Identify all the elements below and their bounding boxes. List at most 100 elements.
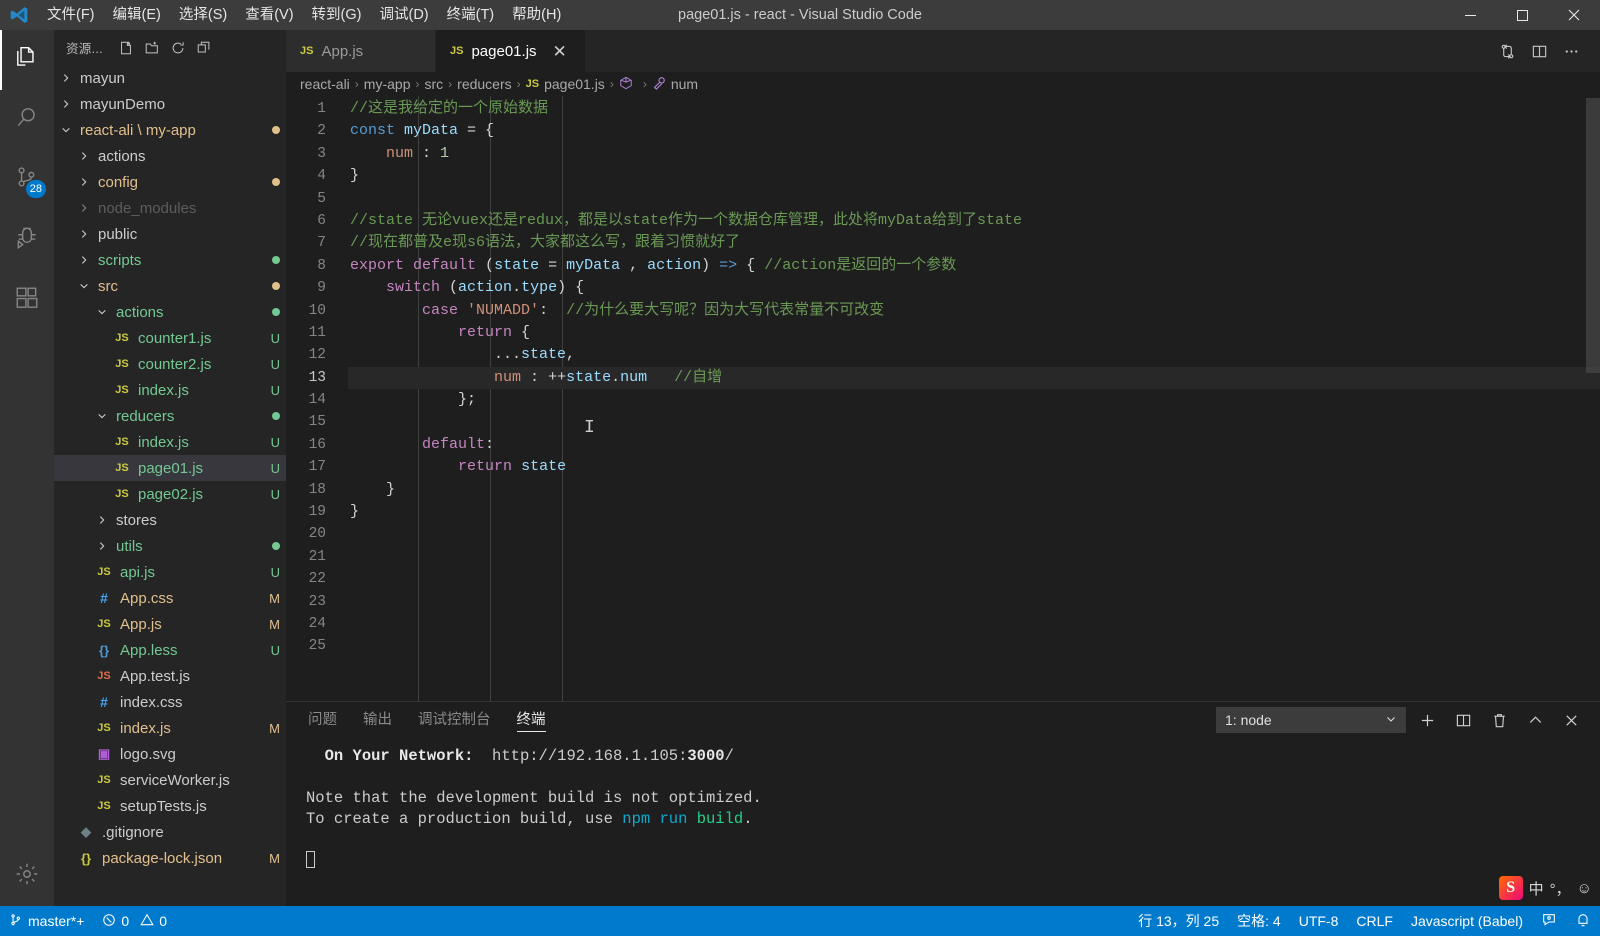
code-editor[interactable]: 1 2 3 4 5 6 7 8 9 10 11 12 13 14 15 16 17 18 19 20 21 22 23 24 2… — [286, 96, 1600, 701]
code-line[interactable]: } — [348, 501, 1600, 523]
chevron-right-icon[interactable] — [58, 99, 74, 109]
activity-item-debug[interactable] — [0, 210, 54, 270]
code-line[interactable] — [348, 411, 1600, 433]
code-line[interactable] — [348, 523, 1600, 545]
menu-help[interactable]: 帮助(H) — [503, 0, 570, 30]
close-button[interactable] — [1548, 0, 1600, 30]
close-panel-button[interactable] — [1556, 705, 1586, 735]
tab-app-js[interactable]: JS App.js — [286, 30, 436, 72]
tree-folder-scripts[interactable]: scripts — [54, 247, 286, 273]
tree-folder-public[interactable]: public — [54, 221, 286, 247]
tab-page01-js[interactable]: JS page01.js ✕ — [436, 30, 586, 72]
status-encoding[interactable]: UTF-8 — [1290, 906, 1348, 936]
breadcrumb-item-reducers[interactable]: reducers — [457, 76, 511, 92]
status-feedback[interactable] — [1532, 906, 1566, 936]
ellipsis-icon[interactable] — [1556, 36, 1586, 66]
tree-file-package-lock.json[interactable]: {} package-lock.json M — [54, 845, 286, 871]
tree-folder-actions[interactable]: actions — [54, 299, 286, 325]
chevron-right-icon[interactable] — [76, 151, 92, 161]
breadcrumb[interactable]: react-ali › my-app › src › reducers › JS page01.j… — [286, 72, 1600, 96]
menu-edit[interactable]: 编辑(E) — [104, 0, 170, 30]
activity-item-extensions[interactable] — [0, 270, 54, 330]
code-line[interactable]: }; — [348, 389, 1600, 411]
status-problems[interactable]: 0 0 — [93, 906, 176, 936]
chevron-right-icon[interactable] — [76, 229, 92, 239]
ime-mode[interactable]: 中 — [1529, 878, 1544, 899]
tree-file-index.js[interactable]: JS index.js U — [54, 429, 286, 455]
tree-folder-utils[interactable]: utils — [54, 533, 286, 559]
tree-file-App.test.js[interactable]: JS App.test.js — [54, 663, 286, 689]
menu-selection[interactable]: 选择(S) — [170, 0, 236, 30]
chevron-right-icon[interactable] — [76, 255, 92, 265]
tree-folder-react-ali---my-app[interactable]: react-ali \ my-app — [54, 117, 286, 143]
code-line[interactable]: //现在都普及e现s6语法，大家都这么写，跟着习惯就好了 — [348, 232, 1600, 254]
tree-folder-actions[interactable]: actions — [54, 143, 286, 169]
ime-punctuation[interactable]: °， — [1550, 878, 1571, 899]
breadcrumb-item-function[interactable] — [619, 76, 638, 93]
status-cursor-position[interactable]: 行 13，列 25 — [1129, 906, 1228, 936]
code-line[interactable]: export default (state = myData , action)… — [348, 255, 1600, 277]
tree-folder-reducers[interactable]: reducers — [54, 403, 286, 429]
split-terminal-button[interactable] — [1448, 705, 1478, 735]
code-line[interactable]: switch (action.type) { — [348, 277, 1600, 299]
tree-file-page02.js[interactable]: JS page02.js U — [54, 481, 286, 507]
collapse-all-icon[interactable] — [191, 35, 217, 61]
menu-debug[interactable]: 调试(D) — [370, 0, 437, 30]
chevron-right-icon[interactable] — [58, 73, 74, 83]
code-line[interactable]: num : ++state.num //自增 — [348, 366, 1600, 390]
tree-folder-config[interactable]: config — [54, 169, 286, 195]
tree-folder-mayun[interactable]: mayun — [54, 65, 286, 91]
code-content[interactable]: I //这是我给定的一个原始数据 const myData = { num : 1… — [348, 96, 1600, 701]
code-line[interactable] — [348, 546, 1600, 568]
code-line[interactable]: const myData = { — [348, 120, 1600, 142]
code-line[interactable] — [348, 613, 1600, 635]
tree-file-index.js[interactable]: JS index.js M — [54, 715, 286, 741]
code-line[interactable]: return state — [348, 456, 1600, 478]
code-line[interactable]: case 'NUMADD': //为什么要大写呢？因为大写代表常量不可改变 — [348, 300, 1600, 322]
status-language-mode[interactable]: Javascript (Babel) — [1402, 906, 1532, 936]
breadcrumb-item-src[interactable]: src — [424, 76, 443, 92]
tree-file-App.js[interactable]: JS App.js M — [54, 611, 286, 637]
code-line[interactable]: } — [348, 479, 1600, 501]
activity-item-source-control[interactable]: 28 — [0, 150, 54, 210]
activity-item-explorer[interactable] — [0, 30, 54, 90]
panel-tab-problems[interactable]: 问题 — [308, 702, 337, 738]
split-editor-icon[interactable] — [1524, 36, 1554, 66]
tree-file-index.css[interactable]: # index.css — [54, 689, 286, 715]
chevron-right-icon[interactable] — [76, 177, 92, 187]
breadcrumb-item-num[interactable]: num — [652, 76, 698, 93]
panel-tab-output[interactable]: 输出 — [363, 702, 392, 738]
ime-emoji-icon[interactable]: ☺ — [1577, 880, 1592, 897]
code-line[interactable]: //这是我给定的一个原始数据 — [348, 98, 1600, 120]
code-line[interactable]: ...state, — [348, 344, 1600, 366]
code-line[interactable]: } — [348, 165, 1600, 187]
status-notifications[interactable] — [1566, 906, 1600, 936]
status-branch[interactable]: master*+ — [0, 906, 93, 936]
tree-folder-src[interactable]: src — [54, 273, 286, 299]
panel-tab-terminal[interactable]: 终端 — [516, 702, 546, 738]
tree-folder-stores[interactable]: stores — [54, 507, 286, 533]
menu-file[interactable]: 文件(F) — [38, 0, 104, 30]
editor-scrollbar-thumb[interactable] — [1586, 98, 1600, 373]
tree-file-setupTests.js[interactable]: JS setupTests.js — [54, 793, 286, 819]
tree-file-counter1.js[interactable]: JS counter1.js U — [54, 325, 286, 351]
maximize-button[interactable] — [1496, 0, 1548, 30]
kill-terminal-button[interactable] — [1484, 705, 1514, 735]
breadcrumb-item-page01.js[interactable]: JS page01.js — [526, 76, 605, 92]
tab-close-icon[interactable]: ✕ — [553, 43, 567, 60]
new-file-icon[interactable] — [113, 35, 139, 61]
menu-terminal[interactable]: 终端(T) — [438, 0, 504, 30]
tree-file-App.less[interactable]: {} App.less U — [54, 637, 286, 663]
breadcrumb-item-my-app[interactable]: my-app — [364, 76, 411, 92]
code-line[interactable] — [348, 568, 1600, 590]
code-line[interactable] — [348, 635, 1600, 657]
new-folder-icon[interactable] — [139, 35, 165, 61]
maximize-panel-button[interactable] — [1520, 705, 1550, 735]
code-line[interactable]: num : 1 — [348, 143, 1600, 165]
panel-tab-debug-console[interactable]: 调试控制台 — [418, 702, 491, 738]
compare-icon[interactable] — [1492, 36, 1522, 66]
menu-go[interactable]: 转到(G) — [303, 0, 371, 30]
menu-view[interactable]: 查看(V) — [236, 0, 302, 30]
chevron-right-icon[interactable] — [76, 203, 92, 213]
terminal-output[interactable]: On Your Network: http://192.168.1.105:30… — [286, 738, 1600, 906]
